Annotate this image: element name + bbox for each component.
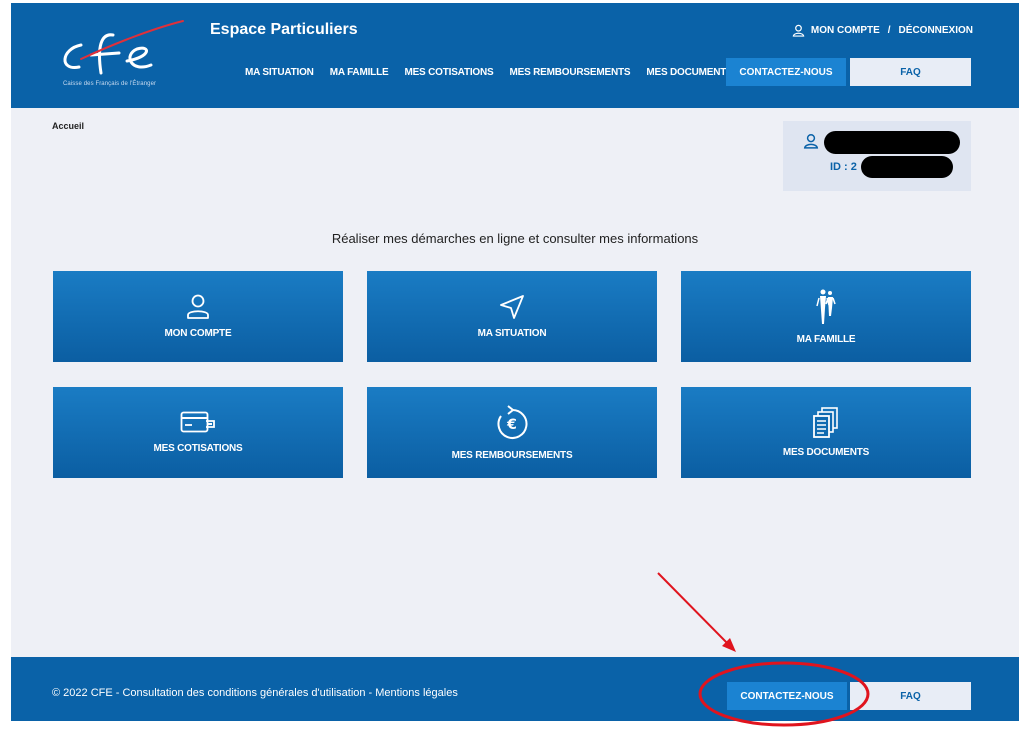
- user-icon: [803, 133, 819, 149]
- tile-mes-documents[interactable]: MES DOCUMENTS: [681, 387, 971, 478]
- user-icon: [792, 24, 805, 37]
- navigation-icon: [500, 295, 524, 319]
- link-separator: /: [887, 25, 891, 36]
- logo-tagline: Caisse des Français de l'Étranger: [63, 81, 157, 87]
- tile-label: MES DOCUMENTS: [782, 447, 870, 458]
- user-card: ID : 2: [783, 121, 971, 191]
- nav-item-mes-remboursements[interactable]: MES REMBOURSEMENTS: [510, 67, 631, 78]
- my-account-link[interactable]: MON COMPTE: [811, 25, 880, 36]
- footer-faq-button[interactable]: FAQ: [850, 682, 971, 710]
- logout-link[interactable]: DÉCONNEXION: [899, 25, 973, 36]
- euro-refresh-icon: €: [497, 405, 528, 439]
- nav-item-ma-situation[interactable]: MA SITUATION: [245, 67, 314, 78]
- nav-item-mes-cotisations[interactable]: MES COTISATIONS: [404, 67, 493, 78]
- svg-text:€: €: [506, 417, 517, 433]
- tile-label: MA SITUATION: [477, 328, 547, 339]
- section-title: Réaliser mes démarches en ligne et consu…: [331, 231, 699, 246]
- page-frame: Caisse des Français de l'Étranger Espace…: [11, 3, 1019, 721]
- nav-item-mes-documents[interactable]: MES DOCUMENTS: [646, 67, 732, 78]
- tile-mes-cotisations[interactable]: MES COTISATIONS: [53, 387, 343, 478]
- tile-mes-remboursements[interactable]: € MES REMBOURSEMENTS: [367, 387, 657, 478]
- family-icon: [816, 289, 836, 324]
- main-nav: MA SITUATION MA FAMILLE MES COTISATIONS …: [245, 67, 733, 78]
- header-faq-button[interactable]: FAQ: [850, 58, 971, 86]
- tile-label: MA FAMILLE: [796, 334, 856, 345]
- breadcrumb[interactable]: Accueil: [52, 121, 84, 131]
- account-links: MON COMPTE / DÉCONNEXION: [792, 24, 973, 37]
- nav-item-ma-famille[interactable]: MA FAMILLE: [330, 67, 389, 78]
- redacted-user-id: [861, 156, 953, 178]
- tile-label: MES REMBOURSEMENTS: [451, 450, 573, 461]
- redacted-user-name: [824, 131, 960, 154]
- tile-ma-famille[interactable]: MA FAMILLE: [681, 271, 971, 362]
- tile-ma-situation[interactable]: MA SITUATION: [367, 271, 657, 362]
- user-icon: [187, 294, 209, 319]
- payment-card-icon: [180, 411, 215, 433]
- app-title: Espace Particuliers: [210, 21, 358, 38]
- tile-label: MES COTISATIONS: [153, 443, 243, 454]
- user-id-label: ID : 2: [830, 161, 857, 173]
- site-footer: © 2022 CFE - Consultation des conditions…: [11, 657, 1019, 721]
- footer-contact-button[interactable]: CONTACTEZ-NOUS: [727, 682, 847, 710]
- tile-label: MON COMPTE: [164, 328, 232, 339]
- header-contact-button[interactable]: CONTACTEZ-NOUS: [726, 58, 846, 86]
- site-header: Caisse des Français de l'Étranger Espace…: [11, 3, 1019, 108]
- tile-mon-compte[interactable]: MON COMPTE: [53, 271, 343, 362]
- documents-icon: [813, 407, 838, 438]
- footer-legal-text[interactable]: © 2022 CFE - Consultation des conditions…: [52, 687, 458, 699]
